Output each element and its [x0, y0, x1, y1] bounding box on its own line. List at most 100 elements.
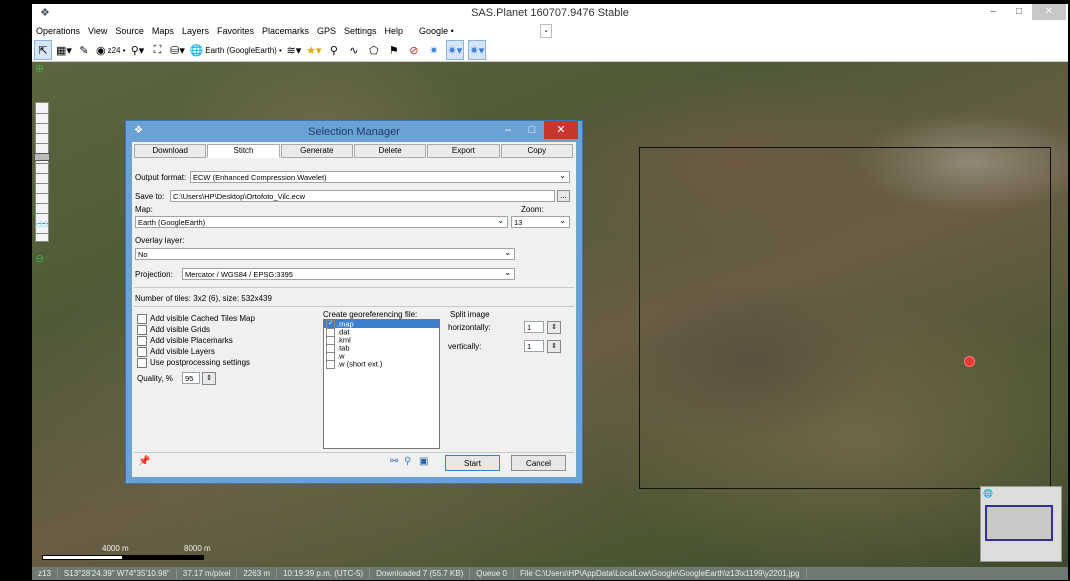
map-select-button[interactable]: 🌐 Earth (GoogleEarth) • [190, 41, 282, 59]
search-icon[interactable]: ⚲▾ [130, 41, 146, 59]
gps-center-button[interactable]: ✷▾ [445, 40, 464, 60]
cancel-button[interactable]: Cancel [511, 455, 566, 471]
map-select[interactable]: Earth (GoogleEarth) [135, 215, 508, 228]
minimap-viewport[interactable] [985, 505, 1053, 541]
horizontal-split-input[interactable]: 1 [524, 321, 544, 333]
check-cached-tiles[interactable]: Add visible Cached Tiles Map [137, 314, 255, 324]
vertically-label: vertically: [448, 342, 482, 351]
menu-help[interactable]: Help [381, 26, 408, 36]
tab-generate[interactable]: Generate [280, 144, 353, 158]
polygon-icon[interactable]: ⬠ [366, 41, 382, 59]
favorites-star-icon[interactable]: ★▾ [306, 41, 322, 59]
pin-icon[interactable]: 📌 [138, 456, 150, 467]
zoom-bar: ⊕ ⊖ [32, 62, 54, 302]
status-coordinates: S13°28'24.39" W74°35'10.98" [58, 569, 177, 578]
source-button[interactable]: ⛁▾ [170, 41, 186, 59]
gps-options-button[interactable]: ✷▾ [467, 40, 486, 60]
split-label: Split image [450, 310, 490, 319]
quality-label: Quality, % [137, 374, 173, 383]
browse-button[interactable]: ... [557, 190, 570, 202]
placemark-icon[interactable]: ⚲ [326, 41, 342, 59]
fullscreen-button[interactable]: ⛶ [150, 41, 166, 59]
gps-icon[interactable]: ⚑ [386, 41, 402, 59]
gps-track-button[interactable]: ✷ [426, 41, 442, 59]
tiles-info: Number of tiles: 3x2 (6), size: 532x439 [135, 294, 272, 303]
menu-view[interactable]: View [84, 26, 111, 36]
zoom-out-icon[interactable]: ⊖ [35, 252, 49, 266]
dialog-close-button[interactable]: ✕ [544, 121, 578, 139]
zoom-in-icon[interactable]: ⊕ [35, 62, 49, 76]
horizontal-split-spinner[interactable]: ⇕ [547, 321, 561, 334]
mini-map[interactable]: 🌐 [980, 486, 1062, 562]
status-resolution: 37.17 m/pixel [177, 569, 238, 578]
tab-delete[interactable]: Delete [353, 144, 427, 158]
status-file: File C:\Users\HP\AppData\LocalLow\Google… [514, 569, 807, 578]
status-downloaded: Downloaded 7 (55.7 KB) [370, 569, 471, 578]
save-to-field[interactable]: C:\Users\HP\Desktop\Ortofoto_Vilc.ecw [170, 190, 555, 202]
toolbar: ⇱ ▦▾ ✎ ◉ z24 • ⚲▾ ⛶ ⛁▾ 🌐 Earth (GoogleEart… [32, 39, 1068, 62]
title-bar: ❖ SAS.Planet 160707.9476 Stable – □ ✕ [32, 4, 1068, 22]
tab-copy[interactable]: Copy [500, 144, 573, 158]
vertical-split-spinner[interactable]: ⇕ [547, 340, 561, 353]
scale-bar: 4000 m 8000 m [42, 544, 262, 560]
layers-button[interactable]: ≋▾ [286, 41, 302, 59]
zoom-select[interactable]: 13 [511, 215, 570, 228]
close-button[interactable]: ✕ [1032, 4, 1066, 20]
dialog-minimize-button[interactable]: – [496, 121, 520, 139]
overlay-select[interactable]: No [135, 247, 515, 260]
ruler-tool-button[interactable]: ✎ [76, 41, 92, 59]
tab-download[interactable]: Download [134, 144, 207, 158]
zoom-label: Zoom: [521, 205, 544, 214]
dialog-body: Download Stitch Generate Delete Export C… [132, 142, 576, 477]
tab-stitch[interactable]: Stitch [207, 144, 280, 158]
placemark-marker[interactable] [964, 356, 975, 367]
check-placemarks[interactable]: Add visible Placemarks [137, 336, 233, 346]
check-layers[interactable]: Add visible Layers [137, 347, 215, 357]
status-queue: Queue 0 [470, 569, 514, 578]
pointer-tool-button[interactable]: ⇱ [34, 40, 52, 60]
maximize-button[interactable]: □ [1006, 4, 1032, 20]
menu-placemarks[interactable]: Placemarks [258, 26, 313, 36]
menu-source[interactable]: Source [111, 26, 148, 36]
zoom-button[interactable]: ◉ z24 • [96, 41, 126, 59]
save-icon[interactable]: ▣ [419, 456, 428, 467]
menu-operations[interactable]: Operations [32, 26, 84, 36]
menu-gps[interactable]: GPS [313, 26, 340, 36]
check-grids[interactable]: Add visible Grids [137, 325, 210, 335]
path-icon[interactable]: ∿ [346, 41, 362, 59]
map-label: Map: [135, 205, 153, 214]
search-engine-select[interactable]: Google • [415, 26, 458, 36]
tab-export[interactable]: Export [427, 144, 500, 158]
projection-select[interactable]: Mercator / WGS84 / EPSG:3395 [182, 267, 515, 280]
georef-list[interactable]: ✓ .map .dat .kml .tab .w .w (short ext.) [323, 319, 440, 449]
check-postprocessing[interactable]: Use postprocessing settings [137, 358, 250, 368]
zoom-slider-knob[interactable] [34, 153, 50, 161]
select-tool-button[interactable]: ▦▾ [56, 41, 72, 59]
selection-rectangle [639, 147, 1051, 489]
stop-icon[interactable]: ⊘ [406, 41, 422, 59]
save-to-label: Save to: [135, 192, 165, 201]
horizontally-label: horizontally: [448, 323, 491, 332]
window-title: SAS.Planet 160707.9476 Stable [471, 7, 629, 19]
quality-input[interactable]: 95 [182, 372, 200, 384]
selection-manager-dialog: ❖ Selection Manager – □ ✕ Download Stitc… [125, 120, 583, 484]
quality-spinner[interactable]: ⇕ [202, 372, 216, 385]
zoom-level-label: z13 [35, 220, 48, 229]
link-icon[interactable]: ⚯ [390, 456, 398, 467]
dialog-title-bar: ❖ Selection Manager – □ ✕ [126, 121, 582, 141]
status-time: 10:19:39 p.m. (UTC-5) [277, 569, 371, 578]
menu-favorites[interactable]: Favorites [213, 26, 258, 36]
minimize-button[interactable]: – [980, 4, 1006, 20]
start-button[interactable]: Start [445, 455, 500, 471]
menu-bar: Operations View Source Maps Layers Favor… [32, 22, 1068, 39]
status-elevation: 2263 m [237, 569, 278, 578]
menu-layers[interactable]: Layers [178, 26, 213, 36]
chevron-down-icon[interactable]: ⌄ [540, 24, 552, 38]
output-format-select[interactable]: ECW (Enhanced Compression Wavelet) [190, 170, 570, 183]
menu-settings[interactable]: Settings [340, 26, 381, 36]
zoom-to-selection-icon[interactable]: ⚲ [404, 456, 411, 467]
vertical-split-input[interactable]: 1 [524, 340, 544, 352]
menu-maps[interactable]: Maps [148, 26, 178, 36]
dialog-maximize-button[interactable]: □ [520, 121, 544, 139]
list-item[interactable]: .w (short ext.) [324, 360, 439, 369]
